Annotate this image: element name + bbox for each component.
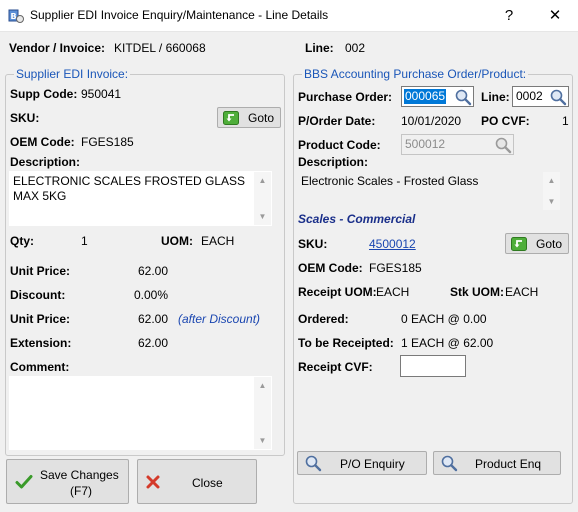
close-button[interactable]: Close xyxy=(137,459,257,504)
po-date-label: P/Order Date: xyxy=(298,114,376,128)
svg-text:B: B xyxy=(11,12,17,21)
uom-label: UOM: xyxy=(161,234,193,248)
to-be-receipted-value: 1 EACH @ 62.00 xyxy=(401,336,494,350)
right-description-memo[interactable]: Electronic Scales - Frosted Glass ▲ ▼ xyxy=(297,171,561,211)
po-cvf-value: 1 xyxy=(562,114,569,128)
help-button[interactable]: ? xyxy=(486,0,532,32)
extension-label: Extension: xyxy=(10,336,72,350)
supp-code-value: 950041 xyxy=(81,87,122,101)
product-code-value: 500012 xyxy=(405,137,446,151)
receipt-cvf-label: Receipt CVF: xyxy=(298,360,373,374)
receipt-uom-label: Receipt UOM: xyxy=(298,285,377,299)
right-description-scrollbar[interactable]: ▲ ▼ xyxy=(543,172,560,210)
ordered-value: 0 EACH @ 0.00 xyxy=(401,312,487,326)
po-line-field[interactable]: 0002 xyxy=(512,86,569,107)
window-title: Supplier EDI Invoice Enquiry/Maintenance… xyxy=(30,8,329,22)
save-changes-button[interactable]: Save Changes (F7) xyxy=(6,459,129,504)
po-line-value: 0002 xyxy=(516,89,543,103)
after-discount-note: (after Discount) xyxy=(178,312,261,326)
title-bar: B Supplier EDI Invoice Enquiry/Maintenan… xyxy=(0,0,578,32)
left-sku-label: SKU: xyxy=(10,111,40,125)
qty-label: Qty: xyxy=(10,234,34,248)
product-code-label: Product Code: xyxy=(298,138,381,152)
close-label: Close xyxy=(192,476,223,490)
magnifier-icon xyxy=(305,455,322,472)
right-sku-link[interactable]: 4500012 xyxy=(369,237,416,251)
magnifier-icon xyxy=(441,455,458,472)
right-description-label: Description: xyxy=(298,155,369,169)
po-line-label: Line: xyxy=(481,90,510,104)
product-enq-button[interactable]: Product Enq xyxy=(433,451,561,475)
comment-scrollbar[interactable]: ▲ ▼ xyxy=(254,377,271,449)
ordered-label: Ordered: xyxy=(298,312,349,326)
po-date-value: 10/01/2020 xyxy=(401,114,462,128)
header-line-label: Line: xyxy=(305,41,334,55)
vendor-invoice-label: Vendor / Invoice: xyxy=(9,41,106,55)
po-cvf-label: PO CVF: xyxy=(481,114,530,128)
right-oem-code-value: FGES185 xyxy=(369,261,422,275)
right-goto-label: Goto xyxy=(536,237,563,251)
scroll-up-icon[interactable]: ▲ xyxy=(254,377,271,394)
app-icon: B xyxy=(8,9,24,23)
magnifier-icon[interactable] xyxy=(454,88,472,106)
scroll-down-icon[interactable]: ▼ xyxy=(543,193,560,210)
right-goto-button[interactable]: Goto xyxy=(505,233,569,254)
left-description-text: ELECTRONIC SCALES FROSTED GLASS MAX 5KG xyxy=(13,174,246,203)
po-enquiry-button[interactable]: P/O Enquiry xyxy=(297,451,427,475)
right-sku-label: SKU: xyxy=(298,237,328,251)
right-description-text: Electronic Scales - Frosted Glass xyxy=(301,174,479,188)
product-code-field[interactable]: 500012 xyxy=(401,134,514,155)
uom-value: EACH xyxy=(201,234,235,248)
qty-value: 1 xyxy=(81,234,88,248)
header-line-value: 002 xyxy=(345,41,366,55)
purchase-order-label: Purchase Order: xyxy=(298,90,393,104)
unit-price-value: 62.00 xyxy=(138,264,169,278)
x-icon xyxy=(146,475,160,489)
unit-price-after-discount-value: 62.00 xyxy=(138,312,169,326)
bbs-po-product-legend: BBS Accounting Purchase Order/Product: xyxy=(304,67,527,81)
category-title: Scales - Commercial xyxy=(298,212,416,226)
left-oem-code-value: FGES185 xyxy=(81,135,134,149)
purchase-order-value: 000065 xyxy=(404,89,447,104)
left-goto-label: Goto xyxy=(248,111,275,125)
left-description-memo[interactable]: ELECTRONIC SCALES FROSTED GLASS MAX 5KG … xyxy=(9,171,272,226)
purchase-order-field[interactable]: 000065 xyxy=(401,86,474,107)
discount-value: 0.00% xyxy=(134,288,169,302)
stk-uom-label: Stk UOM: xyxy=(450,285,504,299)
comment-memo[interactable]: ▲ ▼ xyxy=(9,376,272,450)
product-enq-label: Product Enq xyxy=(475,457,542,471)
unit-price-after-discount-label: Unit Price: xyxy=(10,312,71,326)
discount-label: Discount: xyxy=(10,288,66,302)
supp-code-label: Supp Code: xyxy=(10,87,78,101)
left-oem-code-label: OEM Code: xyxy=(10,135,75,149)
scroll-down-icon[interactable]: ▼ xyxy=(254,208,271,225)
po-enquiry-label: P/O Enquiry xyxy=(340,457,405,471)
right-oem-code-label: OEM Code: xyxy=(298,261,363,275)
scroll-up-icon[interactable]: ▲ xyxy=(543,172,560,189)
vendor-invoice-value: KITDEL / 660068 xyxy=(114,41,206,55)
window-close-button[interactable]: ✕ xyxy=(532,0,578,32)
supplier-edi-invoice-legend: Supplier EDI Invoice: xyxy=(16,67,129,81)
checkmark-icon xyxy=(15,475,33,489)
scroll-up-icon[interactable]: ▲ xyxy=(254,172,271,189)
goto-arrow-icon xyxy=(511,237,527,251)
save-changes-label: Save Changes xyxy=(40,468,119,482)
receipt-cvf-field[interactable] xyxy=(400,355,466,377)
left-description-scrollbar[interactable]: ▲ ▼ xyxy=(254,172,271,225)
scroll-down-icon[interactable]: ▼ xyxy=(254,432,271,449)
left-goto-button[interactable]: Goto xyxy=(217,107,281,128)
unit-price-label: Unit Price: xyxy=(10,264,71,278)
receipt-uom-value: EACH xyxy=(376,285,410,299)
save-changes-shortcut: (F7) xyxy=(70,484,92,498)
stk-uom-value: EACH xyxy=(505,285,539,299)
extension-value: 62.00 xyxy=(138,336,169,350)
comment-label: Comment: xyxy=(10,360,70,374)
magnifier-icon[interactable] xyxy=(494,136,512,154)
to-be-receipted-label: To be Receipted: xyxy=(298,336,394,350)
goto-arrow-icon xyxy=(223,111,239,125)
magnifier-icon[interactable] xyxy=(549,88,567,106)
left-description-label: Description: xyxy=(10,155,81,169)
